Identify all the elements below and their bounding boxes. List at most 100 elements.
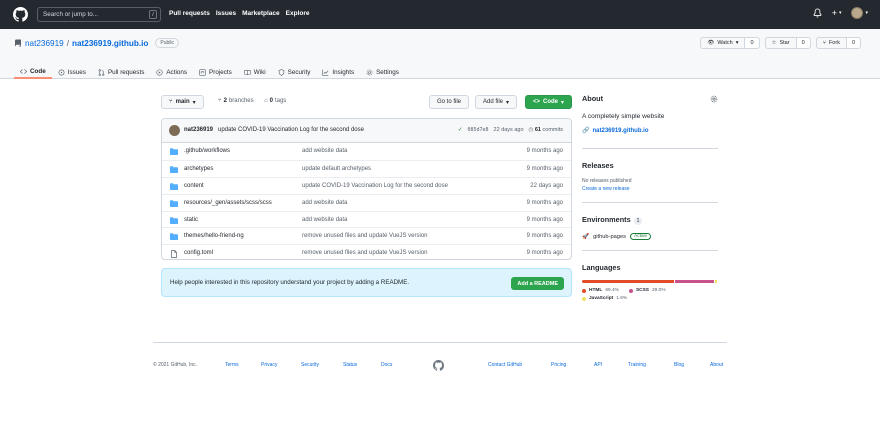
environments-heading[interactable]: Environments 1 [582,215,718,225]
commit-sha[interactable]: 085d7e8 [467,127,488,133]
tab-code[interactable]: Code [14,65,52,79]
add-readme-button[interactable]: Add a README [511,277,564,290]
file-row[interactable]: .github/workflows add website data 9 month… [162,143,571,160]
shield-icon [278,68,284,76]
language-name: HTML [589,288,603,293]
file-name[interactable]: static [184,217,198,223]
file-commit-message[interactable]: update default archetypes [302,166,371,172]
star-count[interactable]: 0 [796,38,810,48]
repo-owner-link[interactable]: nat236919 [25,39,64,48]
github-mark-icon[interactable] [433,360,444,371]
footer-link-docs[interactable]: Docs [381,362,392,368]
environment-item[interactable]: 🚀 github-pages Active [582,233,718,240]
commit-author[interactable]: nat236919 [184,127,213,133]
commits-link[interactable]: ◷ 61 commits [529,127,563,133]
file-name[interactable]: themes/hello-friend-ng [184,233,244,239]
about-section: About A completely simple website 🔗 nat2… [582,94,718,134]
language-item[interactable]: HTML 69.4% [582,288,619,293]
add-file-button[interactable]: Add file ▾ [475,95,518,109]
environments-count: 1 [633,217,643,225]
tags-link[interactable]: ⌂ 0 tags [264,98,286,104]
footer-link-blog[interactable]: Blog [674,362,684,368]
gear-icon[interactable] [710,95,718,103]
code-button[interactable]: <> Code ▾ [525,95,573,109]
tab-projects[interactable]: Projects [193,65,238,79]
file-name[interactable]: content [184,183,204,189]
tab-insights[interactable]: Insights [316,65,360,79]
star-button[interactable]: ☆ Star [766,38,797,48]
commit-author-avatar[interactable] [169,125,180,136]
branches-link[interactable]: ⑂ 2 branches [218,98,254,104]
profile-menu-button[interactable]: ▾ [851,7,868,19]
nav-explore[interactable]: Explore [286,10,310,17]
tab-settings[interactable]: Settings [360,65,405,79]
footer-link-contact[interactable]: Contact GitHub [488,362,522,368]
commit-message[interactable]: update COVID-19 Vaccination Log for the … [218,127,364,133]
create-release-link[interactable]: Create a new release [582,186,718,192]
search-input[interactable]: Search or jump to... / [37,7,161,22]
languages-heading: Languages [582,263,621,272]
file-icon [171,250,177,259]
nav-pull-requests[interactable]: Pull requests [169,10,210,17]
footer-link-security[interactable]: Security [301,362,319,368]
file-commit-message[interactable]: remove unused files and update VueJS ver… [302,233,428,239]
download-icon: <> [533,99,541,105]
file-name[interactable]: archetypes [184,166,213,172]
footer-link-status[interactable]: Status [343,362,357,368]
branch-select-button[interactable]: ⑂ main ▾ [161,95,204,109]
file-row[interactable]: resources/_gen/assets/scss/scss add websi… [162,193,571,211]
language-item[interactable]: JavaScript 1.6% [582,296,627,301]
fork-button[interactable]: ⑂ Fork [817,38,847,48]
website-link[interactable]: 🔗 nat236919.github.io [582,127,718,135]
file-name[interactable]: .github/workflows [184,148,230,154]
language-item[interactable]: SCSS 29.0% [628,288,666,293]
nav-issues[interactable]: Issues [216,10,236,17]
github-logo-icon[interactable] [13,7,28,22]
footer-link-terms[interactable]: Terms [225,362,239,368]
global-nav: Pull requests Issues Marketplace Explore [169,10,310,17]
tab-issues[interactable]: Issues [52,65,92,79]
tab-label: Settings [376,68,399,76]
site-footer: © 2021 GitHub, Inc. Terms Privacy Securi… [153,342,727,371]
bell-icon[interactable] [813,8,822,18]
tab-actions[interactable]: Actions [150,65,193,79]
releases-heading[interactable]: Releases [582,161,718,170]
file-commit-message[interactable]: remove unused files and update VueJS ver… [302,250,428,256]
nav-marketplace[interactable]: Marketplace [242,10,280,17]
footer-link-privacy[interactable]: Privacy [261,362,277,368]
file-commit-message[interactable]: add website data [302,148,347,154]
watch-count[interactable]: 0 [745,38,759,48]
fork-count[interactable]: 0 [846,38,860,48]
check-icon[interactable]: ✓ [458,127,463,133]
file-commit-message[interactable]: update COVID-19 Vaccination Log for the … [302,183,448,189]
watch-button[interactable]: 👁 Watch ▾ [701,38,746,48]
file-row[interactable]: content update COVID-19 Vaccination Log f… [162,176,571,194]
footer-link-about[interactable]: About [710,362,723,368]
file-name[interactable]: config.toml [184,250,213,256]
repo-name-link[interactable]: nat236919.github.io [72,39,148,48]
tab-label: Security [287,68,311,76]
file-row[interactable]: archetypes update default archetypes 9 mon… [162,159,571,177]
file-navigation: ⑂ main ▾ ⑂ 2 branches ⌂ 0 tags Go to fil… [161,95,573,109]
file-name[interactable]: resources/_gen/assets/scss/scss [184,200,272,206]
footer-link-api[interactable]: API [594,362,602,368]
repo-icon [14,39,21,46]
file-row[interactable]: themes/hello-friend-ng remove unused file… [162,227,571,244]
footer-link-training[interactable]: Training [628,362,646,368]
caret-down-icon: ▾ [561,99,565,106]
folder-icon [170,233,178,241]
language-bar-segment [582,280,675,283]
file-row[interactable]: config.toml remove unused files and updat… [162,244,571,259]
tab-wiki[interactable]: Wiki [238,65,272,79]
go-to-file-button[interactable]: Go to file [429,95,470,109]
issue-icon [58,69,65,75]
file-commit-message[interactable]: add website data [302,217,347,223]
file-commit-message[interactable]: add website data [302,200,347,206]
commits-count: 61 [534,127,541,133]
footer-link-pricing[interactable]: Pricing [551,362,566,368]
new-menu-button[interactable]: + ▾ [832,8,842,18]
file-row[interactable]: static add website data 9 months ago [162,210,571,228]
tab-security[interactable]: Security [272,65,317,79]
code-icon [20,68,27,74]
tab-pull-requests[interactable]: Pull requests [92,65,150,79]
